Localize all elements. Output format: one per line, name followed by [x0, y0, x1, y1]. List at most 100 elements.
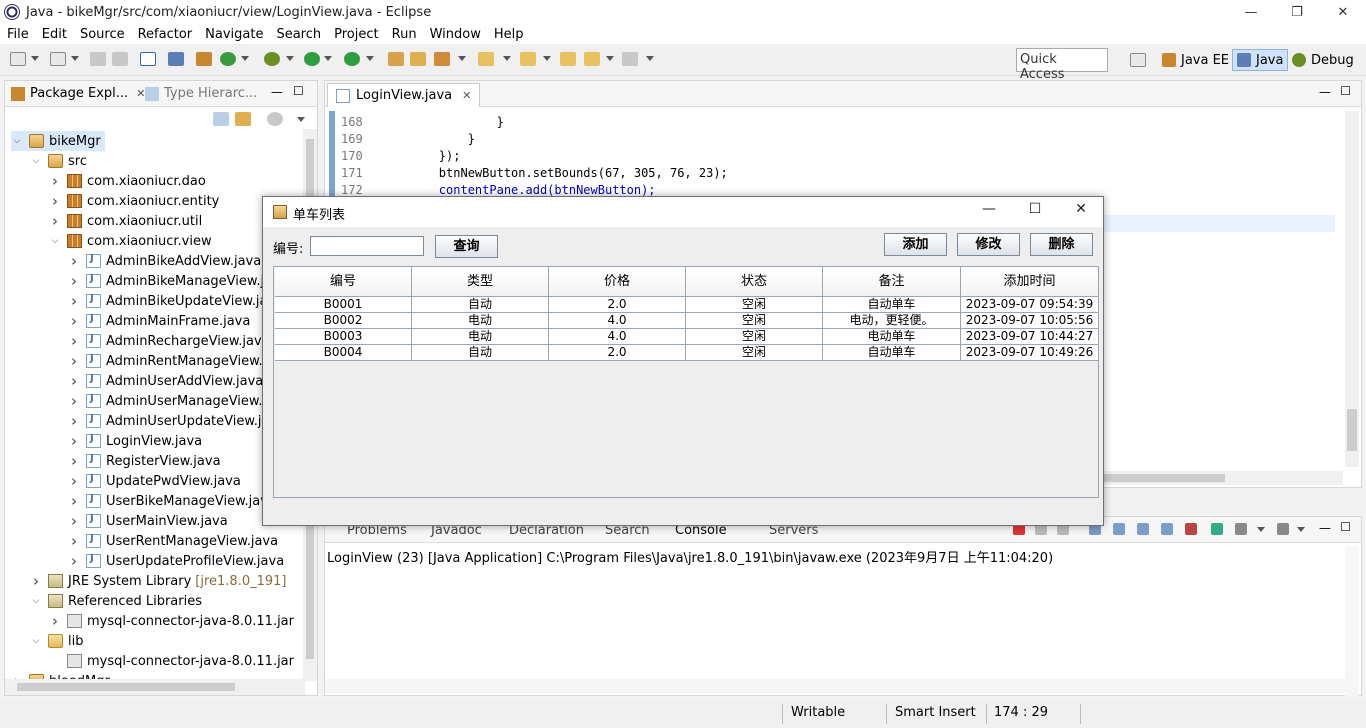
add-button[interactable]: 添加: [884, 233, 947, 256]
chevron-right-icon[interactable]: ›: [68, 352, 80, 370]
chevron-down-icon[interactable]: [543, 56, 551, 61]
code-line[interactable]: 170 });: [341, 149, 460, 166]
chevron-down-icon[interactable]: [606, 56, 614, 61]
chevron-right-icon[interactable]: ›: [68, 312, 80, 330]
query-button[interactable]: 查询: [435, 235, 498, 258]
vertical-scrollbar[interactable]: [1345, 111, 1359, 467]
skip-breakpoints-icon[interactable]: [168, 52, 184, 66]
chevron-right-icon[interactable]: ›: [68, 392, 80, 410]
tree-item[interactable]: ›AdminUserManageView.java: [68, 391, 290, 411]
tree-item[interactable]: › com.xiaoniucr.entity: [49, 191, 219, 211]
tree-item[interactable]: › AdminBikeManageView.java: [68, 271, 288, 291]
tree-item[interactable]: ⌵ bikeMgr: [11, 131, 105, 151]
open-console-icon[interactable]: [1185, 523, 1197, 535]
chevron-right-icon[interactable]: ›: [68, 472, 80, 490]
save-all-icon[interactable]: [112, 52, 128, 66]
perspective-java-ee[interactable]: Java EE: [1158, 49, 1233, 71]
chevron-down-icon[interactable]: [503, 56, 511, 61]
menu-run[interactable]: Run: [385, 27, 423, 42]
tree-item[interactable]: › mysql-connector-java-8.0.11.jar: [49, 611, 294, 631]
tree-item[interactable]: › AdminUserAddView.java: [68, 371, 263, 391]
close-icon[interactable]: ✕: [462, 89, 471, 102]
maximize-view-button[interactable]: ☐: [1340, 520, 1351, 534]
menu-file[interactable]: File: [0, 27, 35, 42]
menu-window[interactable]: Window: [423, 27, 487, 42]
column-header-type[interactable]: 类型: [412, 267, 549, 297]
minimize-view-button[interactable]: —: [1319, 85, 1331, 99]
quick-access-input[interactable]: Quick Access: [1016, 48, 1108, 82]
tree-item[interactable]: mysql-connector-java-8.0.11.jar: [49, 651, 294, 671]
new-console-icon[interactable]: [1235, 523, 1247, 535]
last-edit-icon[interactable]: [560, 52, 576, 66]
chevron-right-icon[interactable]: ›: [68, 272, 80, 290]
chevron-down-icon[interactable]: [1297, 527, 1305, 532]
chevron-down-icon[interactable]: [286, 56, 294, 61]
tree-item[interactable]: › AdminBikeAddView.java: [68, 251, 261, 271]
chevron-down-icon[interactable]: [1257, 527, 1265, 532]
chevron-down-icon[interactable]: [71, 56, 79, 61]
column-header-added-time[interactable]: 添加时间: [961, 267, 1099, 297]
tree-item[interactable]: › com.xiaoniucr.util: [49, 211, 202, 231]
code-line[interactable]: 169 }: [341, 132, 475, 149]
maximize-view-button[interactable]: ☐: [1340, 84, 1351, 98]
edit-button[interactable]: 修改: [957, 233, 1020, 256]
chevron-down-icon[interactable]: ⌵: [11, 136, 23, 146]
bike-number-input[interactable]: [310, 236, 424, 256]
open-type-icon[interactable]: [50, 52, 66, 66]
tree-item[interactable]: › LoginView.java: [68, 431, 202, 451]
table-row[interactable]: B0002 电动 4.0 空闲 电动，更轻便。 2023-09-07 10:05…: [275, 313, 1099, 329]
tree-item[interactable]: › JRE System Library [jre1.8.0_191]: [30, 571, 286, 591]
perspective-java[interactable]: Java: [1232, 49, 1289, 71]
collapse-all-icon[interactable]: [213, 112, 229, 126]
chevron-right-icon[interactable]: ›: [49, 192, 61, 210]
chevron-right-icon[interactable]: ›: [68, 252, 80, 270]
chevron-right-icon[interactable]: ›: [49, 612, 61, 630]
column-header-price[interactable]: 价格: [549, 267, 686, 297]
focus-icon[interactable]: [267, 112, 283, 126]
run-icon[interactable]: [304, 52, 320, 66]
menu-navigate[interactable]: Navigate: [198, 27, 269, 42]
maximize-button[interactable]: ☐: [1015, 201, 1055, 223]
tree-item[interactable]: › UpdatePwdView.java: [68, 471, 241, 491]
tab-package-explorer[interactable]: Package Expl... ✕: [11, 86, 145, 101]
table-row[interactable]: B0004 自动 2.0 空闲 自动单车 2023-09-07 10:49:26: [275, 345, 1099, 361]
minimize-view-button[interactable]: —: [271, 85, 283, 99]
display-selected-icon[interactable]: [1211, 523, 1223, 535]
tab-loginview-java[interactable]: LoginView.java ✕: [327, 83, 481, 107]
tree-item[interactable]: › com.xiaoniucr.dao: [49, 171, 206, 191]
table-row[interactable]: B0001 自动 2.0 空闲 自动单车 2023-09-07 09:54:39: [275, 297, 1099, 313]
back-icon[interactable]: [584, 52, 600, 66]
chevron-right-icon[interactable]: ›: [30, 572, 42, 590]
chevron-right-icon[interactable]: ›: [49, 172, 61, 190]
chevron-right-icon[interactable]: ›: [68, 452, 80, 470]
open-perspective-icon[interactable]: [1130, 53, 1146, 67]
close-button[interactable]: ✕: [1061, 201, 1101, 223]
link-with-editor-icon[interactable]: [235, 112, 251, 126]
chevron-down-icon[interactable]: [646, 56, 654, 61]
code-line[interactable]: 168 }: [341, 115, 504, 132]
restore-button[interactable]: ❐: [1274, 0, 1320, 24]
column-header-status[interactable]: 状态: [686, 267, 823, 297]
chevron-down-icon[interactable]: ⌵: [30, 596, 42, 606]
forward-icon[interactable]: [622, 52, 638, 66]
menu-project[interactable]: Project: [327, 27, 384, 42]
tree-item[interactable]: › AdminUserUpdateView.java: [68, 411, 285, 431]
prev-annotation-icon[interactable]: [520, 52, 536, 66]
chevron-down-icon[interactable]: [458, 56, 466, 61]
menu-source[interactable]: Source: [73, 27, 131, 42]
vertical-scrollbar[interactable]: [1345, 547, 1359, 697]
word-wrap-icon[interactable]: [1137, 523, 1149, 535]
annotation-icon[interactable]: [434, 52, 450, 66]
refresh-icon[interactable]: [220, 52, 236, 66]
column-header-remark[interactable]: 备注: [823, 267, 961, 297]
chevron-down-icon[interactable]: ⌵: [49, 236, 61, 246]
chevron-right-icon[interactable]: ›: [49, 212, 61, 230]
horizontal-scrollbar[interactable]: [5, 679, 305, 695]
scrollbar-thumb[interactable]: [17, 683, 235, 691]
console-icon[interactable]: [140, 52, 156, 66]
debug-icon[interactable]: [264, 52, 280, 66]
scrollbar-thumb[interactable]: [1347, 409, 1357, 451]
tree-item[interactable]: ⌵ lib: [30, 631, 84, 651]
chevron-right-icon[interactable]: ›: [68, 492, 80, 510]
tree-item[interactable]: ⌵ Referenced Libraries: [30, 591, 202, 611]
